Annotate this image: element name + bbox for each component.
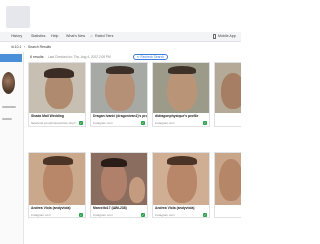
face-shape (167, 69, 197, 111)
verified-icon: ✓ (79, 213, 83, 217)
star-icon: ☆ (90, 34, 94, 38)
hair-shape (106, 66, 134, 74)
app-header (0, 0, 241, 34)
breadcrumb-separator: › (24, 44, 26, 49)
face-shape (221, 73, 241, 109)
result-image[interactable] (153, 63, 209, 113)
result-image[interactable] (91, 63, 147, 113)
verified-icon: ✓ (79, 121, 83, 125)
result-title[interactable]: didragonphysique's profile (155, 114, 209, 118)
sidebar-active-item[interactable] (0, 54, 22, 62)
result-image[interactable] (153, 153, 209, 205)
result-card[interactable]: Marcello17 (ШМ-238) instagram.com ✓ (90, 152, 148, 218)
hair-shape (44, 68, 74, 78)
verified-icon: ✓ (141, 213, 145, 217)
nav-rated-tiers[interactable]: Rated Tiers (95, 34, 113, 38)
result-image[interactable] (215, 63, 241, 113)
face-shape (167, 159, 197, 203)
result-title[interactable]: Andrea Viola (andyviola) (31, 206, 85, 210)
result-title[interactable]: Marcello17 (ШМ-238) (93, 206, 147, 210)
result-card[interactable]: Andrea Viola (andyviola) instagram.com ✓ (28, 152, 86, 218)
sidebar-text-line (2, 118, 12, 120)
sidebar-text-line (2, 106, 16, 108)
result-domain[interactable]: instagram.com (155, 213, 175, 217)
last-checked: Last Checked on: Thu, Aug 4, 2022 2:08 P… (48, 55, 111, 59)
breadcrumb-current: Search Results (28, 44, 51, 49)
logo-placeholder (6, 6, 30, 28)
result-title[interactable]: Shada Mail Wedding (31, 114, 85, 118)
result-title[interactable]: Dragan Ivanić (dragonivan1)'s profile (93, 114, 147, 118)
face-shape (105, 69, 135, 111)
face-shape (219, 159, 241, 201)
result-image[interactable] (29, 63, 85, 113)
sidebar (0, 52, 24, 244)
results-toolbar: 6 results Last Checked on: Thu, Aug 4, 2… (26, 53, 241, 61)
hair-shape (43, 156, 73, 165)
result-image[interactable] (29, 153, 85, 205)
result-domain[interactable]: facebook.com/photos/photo.php?... (31, 121, 78, 125)
mobile-icon (213, 34, 216, 39)
result-domain[interactable]: instagram.com (93, 121, 113, 125)
result-domain[interactable]: instagram.com (155, 121, 175, 125)
result-domain[interactable]: instagram.com (93, 213, 113, 217)
face-shape (43, 159, 73, 203)
nav-help[interactable]: Help (51, 34, 58, 38)
recheck-search-button[interactable]: ↻ Recheck Search (133, 54, 168, 60)
result-image[interactable] (215, 153, 241, 205)
result-card[interactable] (214, 62, 241, 127)
second-face-shape (129, 177, 145, 203)
result-card[interactable]: didragonphysique's profile instagram.com… (152, 62, 210, 127)
hair-shape (168, 66, 196, 74)
main-nav: History Statistics Help What's New ☆ Rat… (0, 32, 241, 42)
face-shape (101, 161, 127, 201)
nav-history[interactable]: History (11, 34, 22, 38)
result-domain[interactable]: instagram.com (31, 213, 51, 217)
verified-icon: ✓ (203, 121, 207, 125)
breadcrumb: /#.10.1 › Search Results (0, 44, 241, 50)
nav-whats-new[interactable]: What's New (66, 34, 85, 38)
nav-statistics[interactable]: Statistics (31, 34, 45, 38)
breadcrumb-id[interactable]: /#.10.1 (11, 45, 21, 49)
result-image[interactable] (91, 153, 147, 205)
result-title[interactable]: Andrea Viola (andyviola) (155, 206, 209, 210)
nav-mobile-app[interactable]: Mobile App (218, 34, 236, 38)
result-card[interactable]: Andrea Viola (andyviola) instagram.com ✓ (152, 152, 210, 218)
search-face-thumbnail[interactable] (2, 72, 15, 94)
result-card[interactable]: Dragan Ivanić (dragonivan1)'s profile in… (90, 62, 148, 127)
verified-icon: ✓ (141, 121, 145, 125)
hair-shape (167, 156, 197, 165)
results-count: 6 results (30, 55, 44, 59)
result-card[interactable]: Shada Mail Wedding facebook.com/photos/p… (28, 62, 86, 127)
verified-icon: ✓ (203, 213, 207, 217)
result-card[interactable] (214, 152, 241, 218)
hair-shape (101, 158, 127, 167)
